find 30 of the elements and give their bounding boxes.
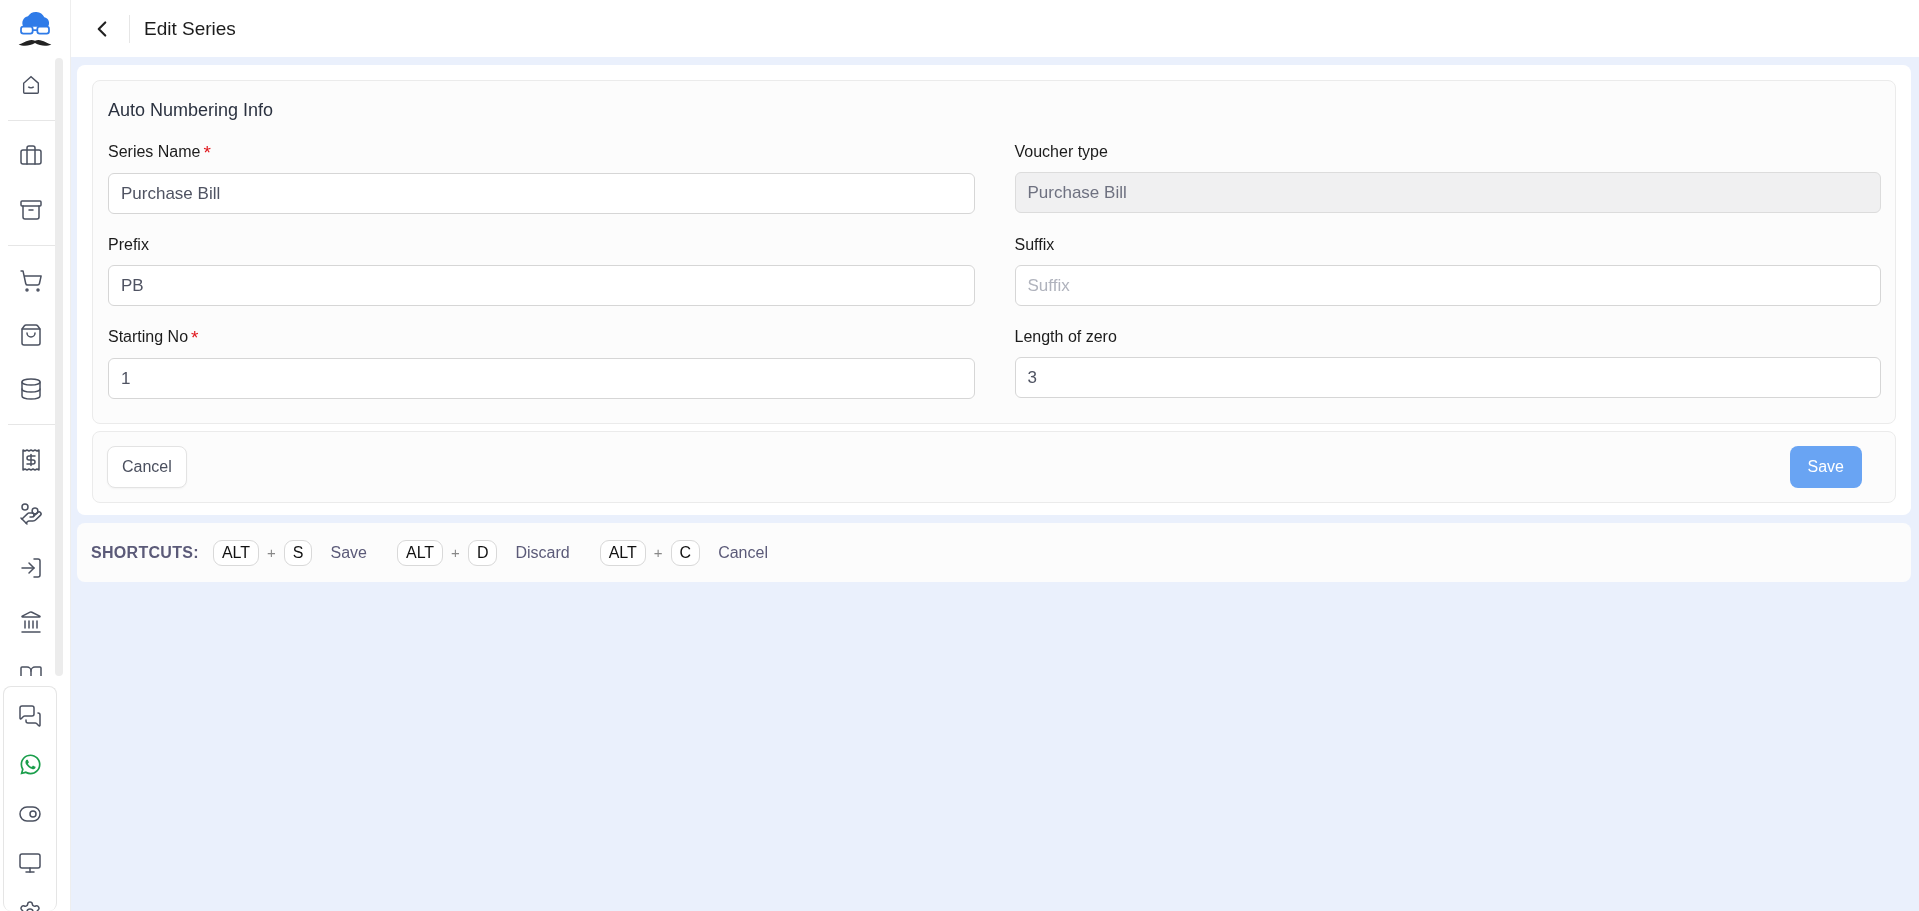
required-mark: *	[191, 328, 199, 347]
page-title: Edit Series	[144, 17, 236, 40]
shortcut-action: Save	[330, 543, 367, 562]
field-label: Starting No	[108, 328, 189, 346]
plus-sign: +	[267, 544, 276, 561]
plus-sign: +	[653, 544, 663, 561]
key-cap: ALT	[396, 539, 444, 566]
shortcut-action: Discard	[515, 543, 570, 562]
cancel-button[interactable]: Cancel	[107, 446, 187, 488]
key-cap: S	[283, 539, 313, 566]
input-field[interactable]: 1	[108, 358, 975, 399]
key-cap: ALT	[599, 539, 646, 566]
input-field[interactable]: 3	[1014, 357, 1881, 398]
key-cap: C	[670, 539, 701, 566]
required-mark: *	[203, 143, 211, 162]
key-cap: ALT	[212, 539, 260, 566]
key-cap: D	[467, 539, 498, 566]
field-label: Series Name	[108, 143, 201, 161]
field-label: Suffix	[1014, 236, 1055, 254]
input-field[interactable]: Suffix	[1014, 265, 1881, 306]
scrollbar[interactable]	[55, 58, 63, 676]
shortcuts-title: SHORTCUTS:	[91, 543, 199, 562]
input-field[interactable]: PB	[108, 265, 975, 306]
plus-sign: +	[451, 544, 460, 561]
shortcut-action: Cancel	[718, 543, 768, 562]
field-label: Prefix	[108, 236, 149, 254]
field-label: Length of zero	[1014, 328, 1117, 346]
field-label: Voucher type	[1014, 143, 1108, 161]
section-title: Auto Numbering Info	[108, 100, 275, 121]
input-field[interactable]: Purchase Bill	[108, 173, 975, 214]
